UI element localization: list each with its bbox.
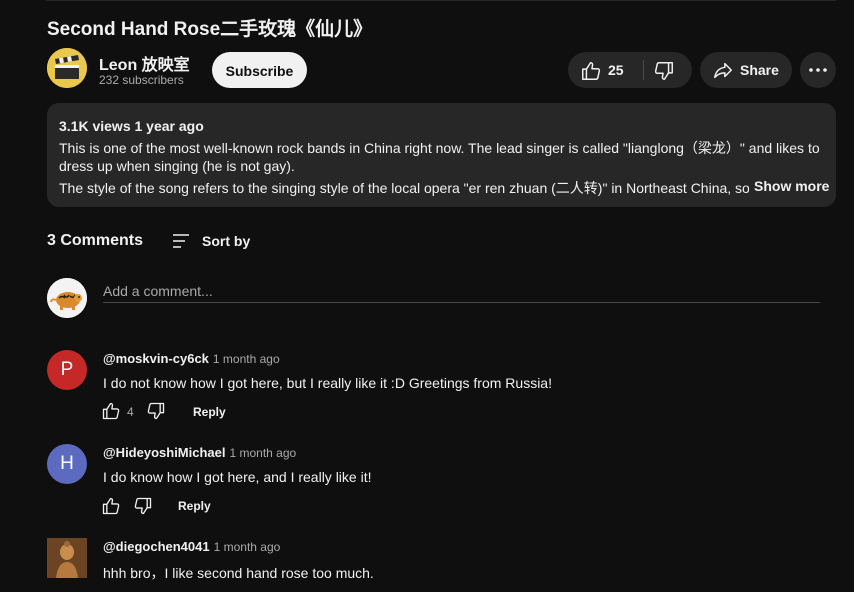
sort-lines-icon bbox=[170, 230, 192, 257]
like-button[interactable]: 25 bbox=[568, 52, 643, 88]
subscribe-button[interactable]: Subscribe bbox=[212, 52, 307, 88]
channel-avatar[interactable] bbox=[47, 48, 87, 88]
share-arrow-icon bbox=[712, 60, 734, 87]
comment-author[interactable]: @diegochen4041 1 month ago bbox=[103, 539, 280, 554]
comment-count: 3 Comments bbox=[47, 232, 144, 249]
comment-reply-button[interactable]: Reply bbox=[178, 499, 211, 513]
comment-author-handle[interactable]: @diegochen4041 bbox=[103, 539, 210, 554]
comment-text: hhh bro，I like second hand rose too much… bbox=[103, 565, 374, 581]
comment-author-handle[interactable]: @HideyoshiMichael bbox=[103, 445, 225, 460]
comment-author[interactable]: @moskvin-cy6ck 1 month ago bbox=[103, 351, 280, 366]
commenter-avatar[interactable]: H bbox=[47, 444, 87, 484]
like-dislike-bar: 25 bbox=[568, 52, 692, 88]
subscriber-count: 232 subscribers bbox=[99, 73, 184, 87]
share-button[interactable]: Share bbox=[700, 52, 792, 88]
thumbs-down-icon bbox=[146, 402, 166, 425]
dislike-button[interactable] bbox=[644, 52, 692, 88]
comment-like-button[interactable] bbox=[101, 496, 123, 518]
description-line-1: This is one of the most well-known rock … bbox=[59, 140, 820, 156]
thumbs-up-icon bbox=[101, 402, 121, 425]
thumbs-up-icon bbox=[101, 497, 121, 520]
share-label: Share bbox=[740, 62, 779, 78]
top-divider bbox=[46, 0, 836, 1]
view-count-date: 3.1K views 1 year ago bbox=[59, 118, 204, 134]
description-box[interactable]: 3.1K views 1 year ago This is one of the… bbox=[47, 103, 836, 207]
description-line-3: The style of the song refers to the sing… bbox=[59, 180, 749, 196]
comment-author[interactable]: @HideyoshiMichael 1 month ago bbox=[103, 445, 296, 460]
more-horizontal-icon bbox=[806, 58, 830, 87]
more-actions-button[interactable] bbox=[800, 52, 836, 88]
comment-like-count: 4 bbox=[127, 405, 134, 419]
comment-timestamp[interactable]: 1 month ago bbox=[229, 446, 296, 460]
comment-dislike-button[interactable] bbox=[146, 401, 168, 423]
add-comment-input[interactable] bbox=[103, 280, 820, 303]
video-title: Second Hand Rose二手玫瑰《仙儿》 bbox=[47, 19, 373, 40]
channel-name[interactable]: Leon 放映室 bbox=[99, 51, 190, 75]
comment-timestamp[interactable]: 1 month ago bbox=[213, 352, 280, 366]
user-avatar[interactable] bbox=[47, 278, 87, 318]
description-line-2: dress up when singing (he is not gay). bbox=[59, 158, 295, 174]
sort-by-label: Sort by bbox=[202, 233, 251, 249]
comment-timestamp[interactable]: 1 month ago bbox=[214, 540, 281, 554]
like-count: 25 bbox=[608, 62, 624, 78]
comment-author-handle[interactable]: @moskvin-cy6ck bbox=[103, 351, 209, 366]
comment-like-button[interactable] bbox=[101, 401, 123, 423]
thumbs-up-icon bbox=[580, 60, 602, 87]
comment-reply-button[interactable]: Reply bbox=[193, 405, 226, 419]
commenter-avatar[interactable]: P bbox=[47, 350, 87, 390]
commenter-avatar[interactable] bbox=[47, 538, 87, 578]
thumbs-down-icon bbox=[133, 497, 153, 520]
comment-dislike-button[interactable] bbox=[133, 496, 155, 518]
comment-text: I do know how I got here, and I really l… bbox=[103, 469, 372, 485]
comment-text: I do not know how I got here, but I real… bbox=[103, 375, 552, 391]
show-more-link[interactable]: Show more bbox=[752, 178, 830, 194]
thumbs-down-icon bbox=[653, 60, 675, 87]
